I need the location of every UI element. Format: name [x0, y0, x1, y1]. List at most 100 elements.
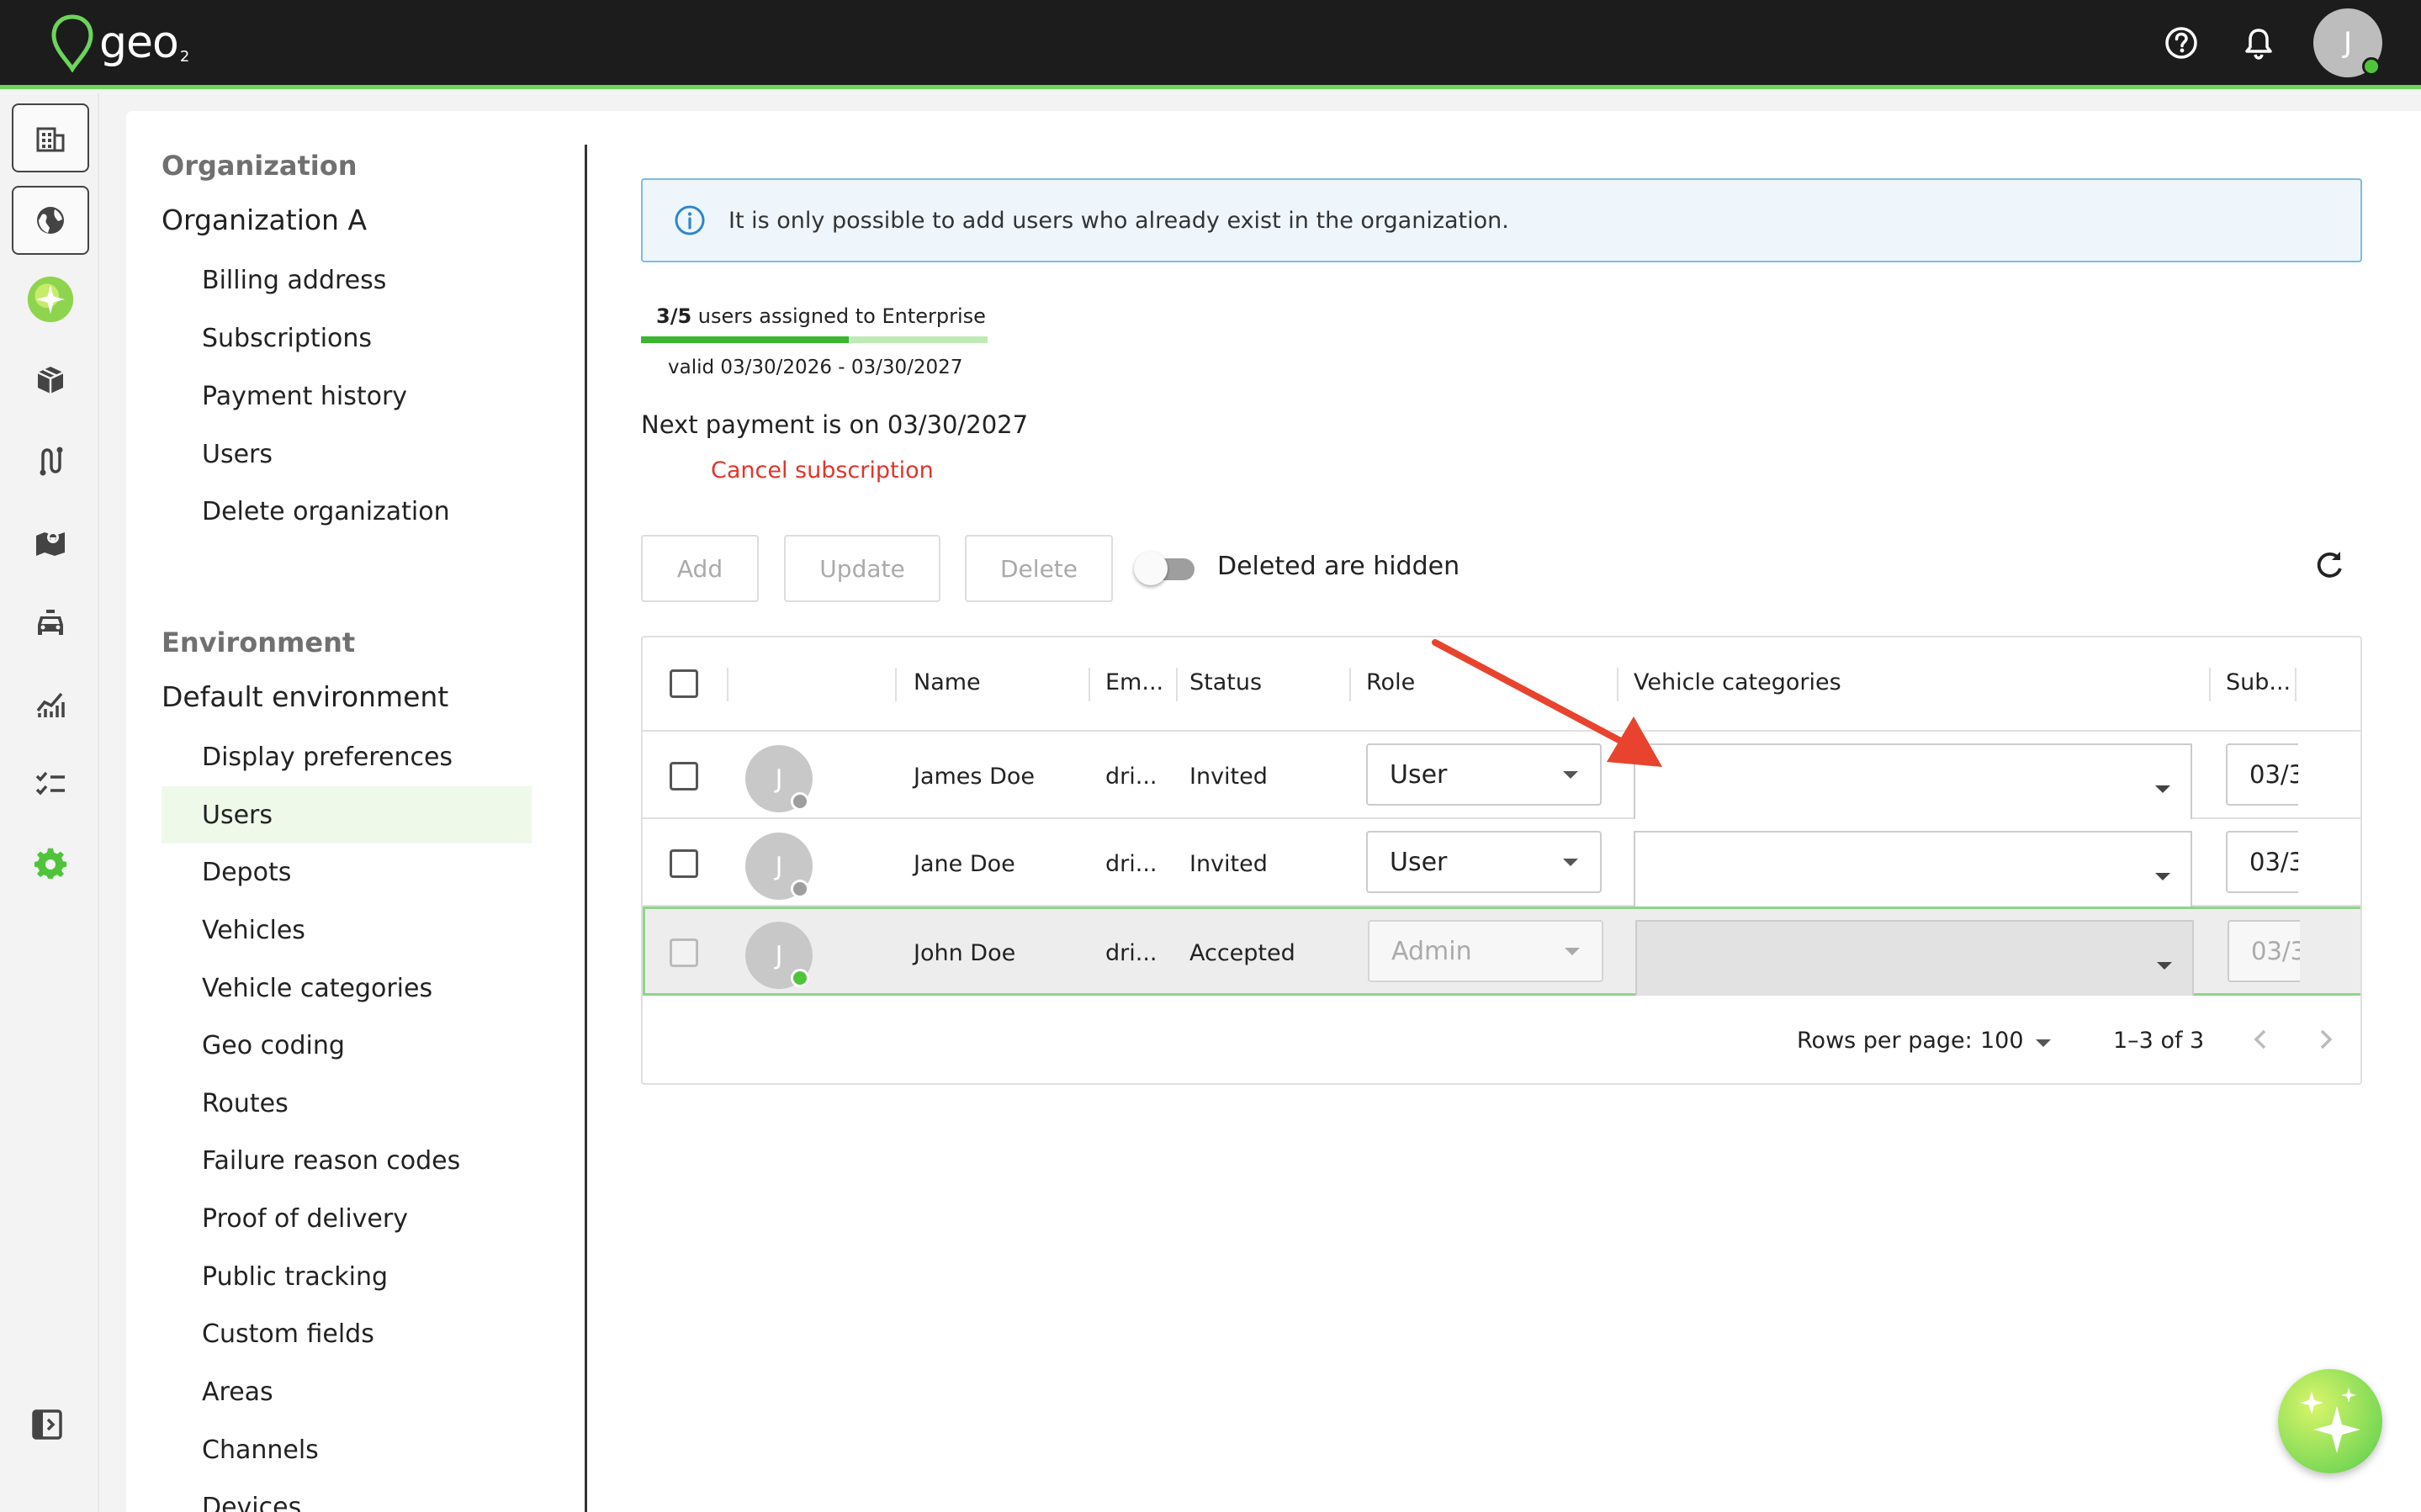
rows-per-page-value: 100 [1980, 1028, 2024, 1054]
nav-item-proof-of-delivery[interactable]: Proof of delivery [162, 1190, 532, 1247]
assistant-fab[interactable] [2278, 1369, 2382, 1473]
info-alert-text: It is only possible to add users who alr… [728, 207, 1509, 234]
logo-text: geo [99, 18, 179, 68]
nav-environment-name[interactable]: Default environment [162, 680, 448, 713]
rows-per-page-select[interactable]: 100 [1980, 1028, 2056, 1054]
offline-status-dot [791, 792, 809, 811]
sidebar-divider [585, 145, 587, 1512]
chevron-down-icon [2155, 785, 2170, 793]
map-pin-icon [36, 531, 65, 556]
rail-packages[interactable] [12, 346, 89, 415]
subscription-validity: valid 03/30/2026 - 03/30/2027 [668, 357, 963, 378]
rail-organization[interactable] [12, 103, 89, 172]
app-logo[interactable]: geo 2 [49, 13, 189, 72]
row-checkbox[interactable] [670, 938, 698, 967]
column-separator [1349, 668, 1351, 701]
nav-item-channels[interactable]: Channels [162, 1421, 532, 1478]
rail-analytics[interactable] [12, 669, 89, 737]
nav-item-payment-history[interactable]: Payment history [162, 367, 532, 425]
role-select[interactable]: User [1366, 743, 1602, 806]
rail-assistant[interactable] [12, 265, 89, 334]
column-separator [727, 668, 728, 701]
nav-item-public-tracking[interactable]: Public tracking [162, 1248, 532, 1305]
nav-item-failure-reason-codes[interactable]: Failure reason codes [162, 1132, 532, 1189]
column-header-status[interactable]: Status [1189, 669, 1262, 695]
subscription-usage: 3/5 users assigned to Enterprise [656, 304, 986, 328]
row-checkbox[interactable] [670, 849, 698, 878]
nav-organization-name[interactable]: Organization A [162, 204, 367, 236]
column-header-email[interactable]: Em... [1105, 669, 1163, 695]
role-select[interactable]: Admin [1368, 920, 1603, 982]
logo-pin-icon [51, 14, 93, 72]
nav-item-devices[interactable]: Devices [162, 1478, 532, 1512]
rail-environment[interactable] [12, 186, 89, 255]
show-deleted-toggle[interactable] [1134, 552, 1198, 585]
nav-item-subscriptions[interactable]: Subscriptions [162, 309, 532, 367]
column-header-role[interactable]: Role [1366, 669, 1415, 695]
nav-item-display-preferences[interactable]: Display preferences [162, 728, 532, 785]
nav-item-users[interactable]: Users [162, 786, 532, 843]
nav-item-billing-address[interactable]: Billing address [162, 251, 532, 309]
column-header-vehicle-categories[interactable]: Vehicle categories [1634, 669, 1841, 695]
vehicle-categories-select[interactable] [1634, 831, 2192, 907]
column-separator [1617, 668, 1618, 701]
help-circle-icon[interactable] [2162, 24, 2201, 62]
subscription-usage-text: users assigned to Enterprise [691, 304, 986, 328]
rail-vehicles[interactable] [12, 588, 89, 657]
role-select[interactable]: User [1366, 831, 1602, 893]
nav-item-routes[interactable]: Routes [162, 1075, 532, 1132]
add-button[interactable]: Add [641, 535, 759, 602]
update-button[interactable]: Update [784, 535, 940, 602]
chevron-left-icon[interactable] [2244, 1023, 2278, 1056]
rail-map[interactable] [12, 507, 89, 576]
table-row[interactable]: J Jane Doe dri... Invited User 03/3 [643, 819, 2360, 907]
role-select-value: Admin [1391, 936, 1472, 966]
nav-item-depots[interactable]: Depots [162, 843, 532, 901]
user-status: Invited [1189, 851, 1268, 877]
select-all-checkbox[interactable] [670, 669, 698, 698]
package-icon [37, 367, 64, 394]
nav-item-delete-organization[interactable]: Delete organization [162, 483, 532, 540]
subscription-progress-bar [641, 336, 988, 343]
nav-item-geo-coding[interactable]: Geo coding [162, 1017, 532, 1074]
chevron-down-icon [2157, 962, 2172, 970]
table-row[interactable]: J John Doe dri... Accepted Admin 03/3 [643, 907, 2360, 996]
rail-tasks[interactable] [12, 749, 89, 818]
vehicle-categories-select[interactable] [1634, 743, 2192, 819]
column-header-subscription[interactable]: Sub... [2226, 669, 2291, 695]
cancel-subscription-link[interactable]: Cancel subscription [711, 457, 934, 484]
offline-status-dot [791, 880, 809, 898]
table-row[interactable]: J James Doe dri... Invited User 03/3 [643, 732, 2360, 819]
user-status: Accepted [1189, 940, 1295, 966]
nav-item-custom-fields[interactable]: Custom fields [162, 1305, 532, 1362]
collapse-sidebar-icon[interactable] [29, 1406, 66, 1443]
rail-settings[interactable] [12, 830, 89, 899]
user-name: James Doe [914, 764, 1035, 790]
info-icon [675, 205, 705, 235]
column-header-name[interactable]: Name [914, 669, 981, 695]
role-select-value: User [1390, 759, 1448, 790]
user-avatar[interactable]: J [2313, 8, 2382, 77]
column-separator [2209, 668, 2211, 701]
refresh-icon[interactable] [2310, 547, 2349, 585]
column-separator [1089, 668, 1090, 701]
chevron-down-icon [1563, 859, 1578, 866]
nav-item-vehicle-categories[interactable]: Vehicle categories [162, 960, 532, 1017]
users-table: Name Em... Status Role Vehicle categorie… [641, 636, 2362, 1085]
route-icon [40, 447, 63, 476]
rail-routes[interactable] [12, 426, 89, 495]
nav-item-areas[interactable]: Areas [162, 1363, 532, 1420]
delete-button[interactable]: Delete [965, 535, 1113, 602]
nav-item-vehicles[interactable]: Vehicles [162, 901, 532, 959]
building-icon [36, 127, 65, 152]
row-checkbox[interactable] [670, 762, 698, 790]
nav-item-organization-users[interactable]: Users [162, 426, 532, 483]
vehicle-categories-select[interactable] [1635, 920, 2194, 996]
chevron-right-icon[interactable] [2308, 1023, 2342, 1056]
subscription-date-field[interactable]: 03/3 [2228, 920, 2300, 982]
icon-rail [0, 93, 99, 1512]
subscription-date-field[interactable]: 03/3 [2226, 743, 2298, 806]
subscription-date-field[interactable]: 03/3 [2226, 831, 2298, 893]
bell-icon[interactable] [2239, 24, 2278, 62]
column-separator [2295, 668, 2297, 701]
